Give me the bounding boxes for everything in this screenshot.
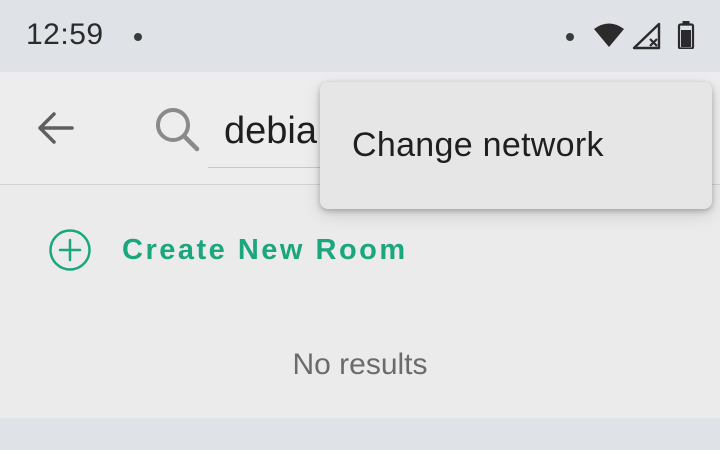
cell-signal-no-service-icon [632, 22, 661, 50]
create-new-room-button[interactable]: Create New Room [48, 229, 408, 271]
status-time: 12:59 [26, 18, 104, 51]
battery-icon [677, 21, 695, 49]
menu-item-change-network[interactable]: Change network [320, 82, 712, 209]
overflow-menu: Change network [320, 82, 712, 209]
status-bar: 12:59 [0, 0, 720, 72]
plus-circle-icon [49, 229, 91, 271]
create-new-room-label: Create New Room [122, 233, 408, 266]
no-results-text: No results [292, 348, 428, 381]
status-dot-icon [566, 33, 574, 41]
menu-item-label: Change network [352, 126, 604, 164]
arrow-back-icon[interactable] [36, 108, 76, 148]
search-icon [156, 108, 200, 152]
wifi-icon [594, 23, 624, 47]
bottom-strip [0, 418, 720, 450]
room-results: Create New Room No results [0, 185, 720, 418]
notification-dot-icon [134, 33, 142, 41]
